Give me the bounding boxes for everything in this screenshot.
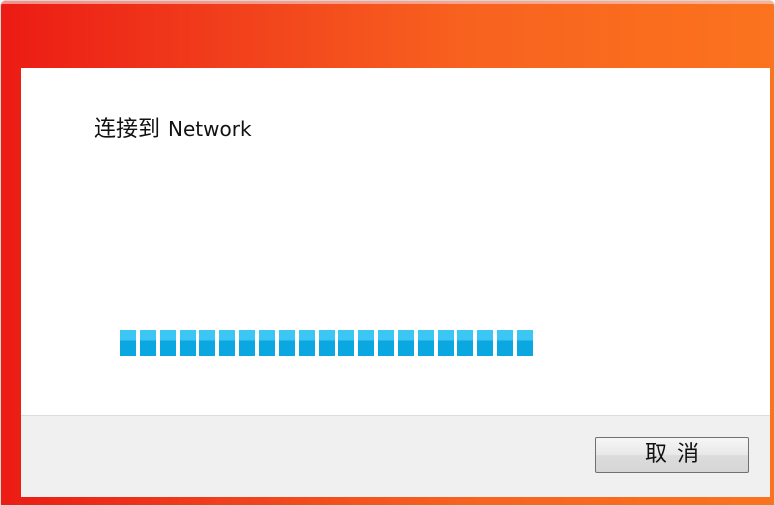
connecting-title: 连接到 Network bbox=[94, 116, 252, 143]
progress-segment bbox=[279, 330, 295, 356]
cancel-button[interactable]: 取消 bbox=[595, 437, 749, 473]
progress-segment bbox=[299, 330, 315, 356]
dialog-footer: 取消 bbox=[21, 415, 770, 497]
progress-segment bbox=[338, 330, 354, 356]
progress-segment bbox=[219, 330, 235, 356]
progress-segment bbox=[438, 330, 454, 356]
progress-segment bbox=[140, 330, 156, 356]
progress-segment bbox=[358, 330, 374, 356]
dialog-content: 连接到 Network bbox=[21, 68, 770, 415]
progress-segment bbox=[517, 330, 533, 356]
connect-prefix: 连接到 bbox=[94, 117, 161, 142]
progress-segment bbox=[477, 330, 493, 356]
progress-segment bbox=[120, 330, 136, 356]
progress-segment bbox=[497, 330, 513, 356]
connection-progress-bar bbox=[120, 330, 540, 356]
dialog-window: 连接到 Network 取消 bbox=[0, 0, 775, 506]
progress-segment bbox=[398, 330, 414, 356]
progress-segment bbox=[418, 330, 434, 356]
progress-segment bbox=[180, 330, 196, 356]
network-name: Network bbox=[168, 117, 252, 141]
progress-segment bbox=[160, 330, 176, 356]
progress-segment bbox=[378, 330, 394, 356]
window-top-edge bbox=[1, 1, 774, 4]
progress-segment bbox=[457, 330, 473, 356]
progress-segment bbox=[199, 330, 215, 356]
progress-segment bbox=[259, 330, 275, 356]
progress-segment bbox=[239, 330, 255, 356]
progress-segment bbox=[319, 330, 335, 356]
